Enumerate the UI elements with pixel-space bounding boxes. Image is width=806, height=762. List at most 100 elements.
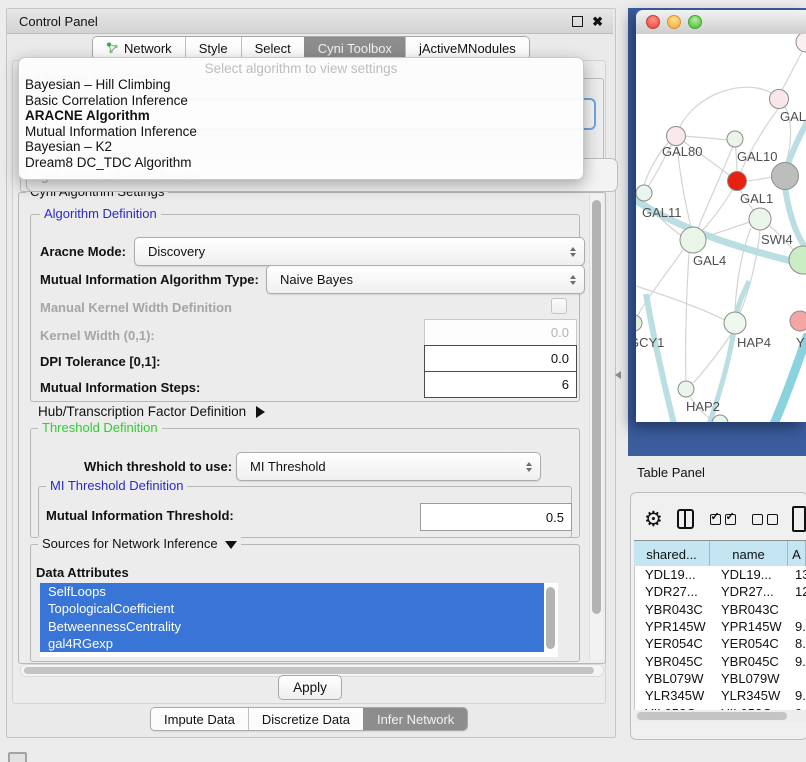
file-icon[interactable] <box>792 506 806 532</box>
attribute-item-gal4rgexp[interactable]: gal4RGexp <box>40 635 544 652</box>
bottom-tab-infer-network[interactable]: Infer Network <box>363 708 467 730</box>
network-edge[interactable] <box>676 87 779 136</box>
table-cell: YER054C <box>635 635 711 652</box>
algorithm-option-basic-correlation-inference[interactable]: Basic Correlation Inference <box>19 93 583 109</box>
algorithm-option-mutual-information-inference[interactable]: Mutual Information Inference <box>19 124 583 140</box>
aracne-mode-value: Discovery <box>148 244 205 259</box>
network-node-hap2[interactable] <box>678 381 694 397</box>
table-row[interactable]: YDL19...YDL19...13 <box>635 566 806 583</box>
mi-threshold-field[interactable]: 0.5 <box>420 503 572 531</box>
table-hscrollbar-thumb[interactable] <box>637 712 787 720</box>
table-row[interactable]: YBL079WYBL079W <box>635 670 806 687</box>
tab-network[interactable]: Network <box>93 37 185 59</box>
tab-jactivemnodules[interactable]: jActiveMNodules <box>405 37 529 59</box>
bottom-tab-discretize-data[interactable]: Discretize Data <box>248 708 363 730</box>
network-node-gal10-green[interactable] <box>727 131 743 147</box>
bottom-corner-icon[interactable] <box>8 752 27 762</box>
settings-scrollbar-thumb[interactable] <box>592 200 601 614</box>
node-label-gal10-green: GAL10 <box>737 149 777 164</box>
dpi-tolerance-label: DPI Tolerance [0,1]: <box>40 354 160 369</box>
close-panel-icon[interactable]: ✖ <box>592 15 603 28</box>
kernel-width-field[interactable]: 0.0 <box>424 319 577 346</box>
network-edge[interactable] <box>781 48 804 92</box>
network-node-hap4[interactable] <box>724 312 746 334</box>
network-canvas[interactable]: GALGAL80GAL10GAL1GAL11GAL4SWI4GCY1HAP4YH… <box>636 34 806 422</box>
mi-steps-field[interactable]: 6 <box>424 371 577 398</box>
table-row[interactable]: YLR345WYLR345W9. <box>635 687 806 704</box>
manual-kernel-checkbox[interactable] <box>551 298 567 314</box>
table-row[interactable]: YDR27...YDR27...12 <box>635 583 806 600</box>
algorithm-option-bayesian-k2[interactable]: Bayesian – K2 <box>19 139 583 155</box>
attribute-item-selfloops[interactable]: SelfLoops <box>40 583 544 600</box>
algorithm-popup-prompt: Select algorithm to view settings <box>19 60 583 77</box>
network-node-y-pink[interactable] <box>790 311 806 331</box>
table-cell <box>789 601 806 618</box>
splitter-arrow-icon[interactable] <box>615 371 621 379</box>
algorithm-option-bayesian-hill-climbing[interactable]: Bayesian – Hill Climbing <box>19 77 583 93</box>
network-icon <box>106 42 119 54</box>
tab-cyni-toolbox[interactable]: Cyni Toolbox <box>304 37 405 59</box>
node-label-gal4: GAL4 <box>693 253 726 268</box>
network-node-swi4[interactable] <box>789 246 806 274</box>
checked-boxes-icon[interactable] <box>710 514 736 525</box>
network-node-gal11[interactable] <box>636 185 652 201</box>
mi-type-label: Mutual Information Algorithm Type: <box>40 272 259 287</box>
close-window-icon[interactable] <box>646 15 660 29</box>
column-header-name[interactable]: name <box>710 541 788 567</box>
table-cell: YBR045C <box>635 652 711 669</box>
sources-group-title[interactable]: Sources for Network Inference <box>38 537 241 551</box>
network-node-gal80[interactable] <box>667 127 686 146</box>
network-edge[interactable] <box>685 136 727 140</box>
table-row[interactable]: YPR145WYPR145W9. <box>635 618 806 635</box>
table-row[interactable]: YBR045CYBR045C9. <box>635 652 806 669</box>
column-header-a[interactable]: A <box>788 541 806 567</box>
zoom-window-icon[interactable] <box>688 15 702 29</box>
attribute-item-topologicalcoefficient[interactable]: TopologicalCoefficient <box>40 600 544 617</box>
network-node-gal1[interactable] <box>749 208 771 230</box>
table-cell: YBR043C <box>711 601 789 618</box>
bottom-tab-impute-data[interactable]: Impute Data <box>151 708 248 730</box>
settings-hscrollbar-thumb[interactable] <box>24 667 594 674</box>
network-edge[interactable] <box>636 250 683 319</box>
tab-style[interactable]: Style <box>185 37 241 59</box>
network-edge[interactable] <box>646 294 674 422</box>
data-attributes-label: Data Attributes <box>36 565 129 580</box>
attributes-scrollbar-thumb[interactable] <box>546 587 555 649</box>
hub-definition-toggle[interactable]: Hub/Transcription Factor Definition <box>38 404 265 419</box>
column-header-shared-[interactable]: shared... <box>634 541 710 567</box>
which-threshold-value: MI Threshold <box>250 459 326 474</box>
algorithm-definition-title: Algorithm Definition <box>40 207 161 221</box>
table-hscrollbar[interactable] <box>634 710 806 722</box>
network-node-gcy1[interactable] <box>636 315 642 331</box>
tab-select[interactable]: Select <box>241 37 304 59</box>
unchecked-boxes-icon[interactable] <box>752 514 778 525</box>
network-edge[interactable] <box>740 108 779 174</box>
network-node-partial-top[interactable] <box>796 34 806 52</box>
network-node-gal-pink[interactable] <box>770 90 789 109</box>
attribute-item-betweennesscentrality[interactable]: BetweennessCentrality <box>40 618 544 635</box>
apply-button[interactable]: Apply <box>278 675 342 700</box>
dpi-tolerance-field[interactable]: 0.0 <box>424 345 577 372</box>
network-node-gal4[interactable] <box>680 227 706 253</box>
mi-type-combo[interactable]: Naive Bayes <box>266 265 585 294</box>
network-edge[interactable] <box>698 146 733 228</box>
table-row[interactable]: YBR043CYBR043C <box>635 601 806 618</box>
table-row[interactable]: YER054CYER054C8. <box>635 635 806 652</box>
aracne-mode-combo[interactable]: Discovery <box>134 237 585 266</box>
float-panel-icon[interactable] <box>572 16 583 27</box>
manual-kernel-label: Manual Kernel Width Definition <box>40 300 232 315</box>
threshold-definition-title: Threshold Definition <box>38 421 162 435</box>
collapse-down-icon <box>225 541 237 549</box>
network-node-gal10-red[interactable] <box>728 172 747 191</box>
algorithm-option-dream8-dc-tdc-algorithm[interactable]: Dream8 DC_TDC Algorithm <box>19 155 583 171</box>
settings-scrollbar[interactable] <box>589 194 603 660</box>
minimize-window-icon[interactable] <box>667 15 681 29</box>
network-edge[interactable] <box>746 177 772 181</box>
network-graph[interactable]: GALGAL80GAL10GAL1GAL11GAL4SWI4GCY1HAP4YH… <box>636 34 806 422</box>
algorithm-option-aracne-algorithm[interactable]: ARACNE Algorithm <box>19 108 583 124</box>
which-threshold-combo[interactable]: MI Threshold <box>236 452 541 481</box>
columns-icon[interactable] <box>677 509 694 529</box>
network-node-gray-node[interactable] <box>772 163 799 190</box>
gear-icon[interactable]: ⚙ <box>644 509 663 530</box>
network-edge[interactable] <box>686 253 689 381</box>
